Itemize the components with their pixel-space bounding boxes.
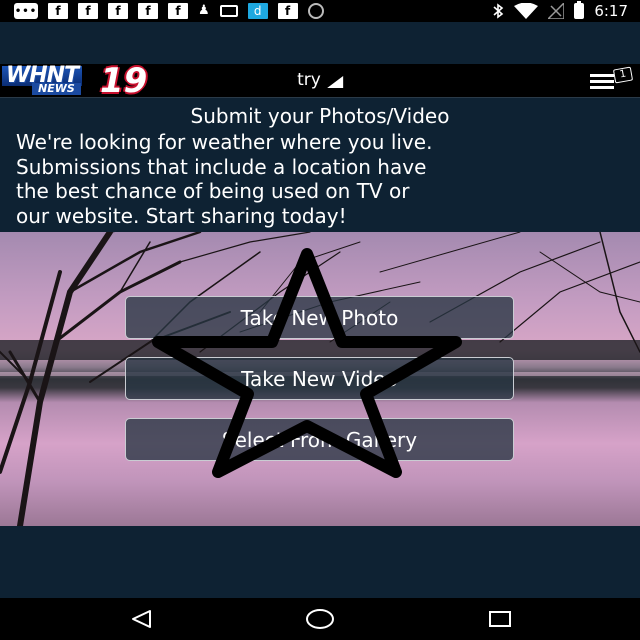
app-bar: WHNT NEWS 19 try 1 (0, 62, 640, 100)
take-video-button[interactable]: Take New Video (125, 357, 514, 400)
take-photo-button[interactable]: Take New Photo (125, 296, 514, 339)
section-title: try (297, 70, 321, 90)
dropdown-triangle-icon (326, 76, 343, 88)
recents-icon[interactable] (470, 598, 530, 640)
message-icon: ••• (14, 3, 38, 19)
facebook-icon: f (108, 3, 128, 19)
intro-body: We're looking for weather where you live… (0, 130, 640, 228)
logo-number: 19 (100, 61, 148, 101)
menu-line (590, 74, 614, 77)
section-dropdown[interactable]: try (297, 70, 343, 90)
facebook-icon: f (48, 3, 68, 19)
intro-line: our website. Start sharing today! (16, 203, 347, 228)
intro-line: the best chance of being used on TV or (16, 179, 410, 203)
bluetooth-icon (493, 3, 504, 19)
logo-subtext: NEWS (32, 83, 81, 95)
facebook-icon: f (78, 3, 98, 19)
intro-line: Submissions that include a location have (16, 154, 427, 179)
facebook-icon: f (138, 3, 158, 19)
background-photo: Take New Photo Take New Video Select Fro… (0, 232, 640, 526)
home-icon[interactable] (290, 598, 350, 640)
chess-pawn-icon: ♟ (198, 3, 210, 18)
no-signal-icon (548, 3, 565, 19)
select-gallery-button[interactable]: Select From Gallery (125, 418, 514, 461)
notification-icons: ••• f f f f f ♟ d f (14, 2, 324, 20)
notification-badge: 1 (612, 66, 634, 84)
page-title: Submit your Photos/Video (190, 104, 450, 128)
intro-section: Submit your Photos/Video We're looking f… (0, 100, 640, 228)
sim-card-icon (219, 5, 238, 17)
intro-line: We're looking for weather where you live… (16, 130, 433, 154)
facebook-icon: f (277, 3, 298, 19)
dictionary-icon: d (247, 3, 268, 19)
navigation-bar (0, 598, 640, 640)
system-icons: 6:17 (492, 1, 628, 20)
menu-line (590, 80, 614, 83)
menu-line (590, 86, 614, 89)
back-icon[interactable] (111, 598, 171, 640)
settings-circle-icon (307, 3, 324, 19)
clock: 6:17 (594, 2, 628, 20)
status-bar: ••• f f f f f ♟ d f 6:17 (0, 0, 640, 22)
station-logo[interactable]: WHNT NEWS 19 (2, 62, 156, 100)
menu-button[interactable]: 1 (590, 66, 634, 94)
facebook-icon: f (168, 3, 188, 19)
wifi-icon (514, 3, 539, 19)
battery-charging-icon (574, 1, 585, 19)
